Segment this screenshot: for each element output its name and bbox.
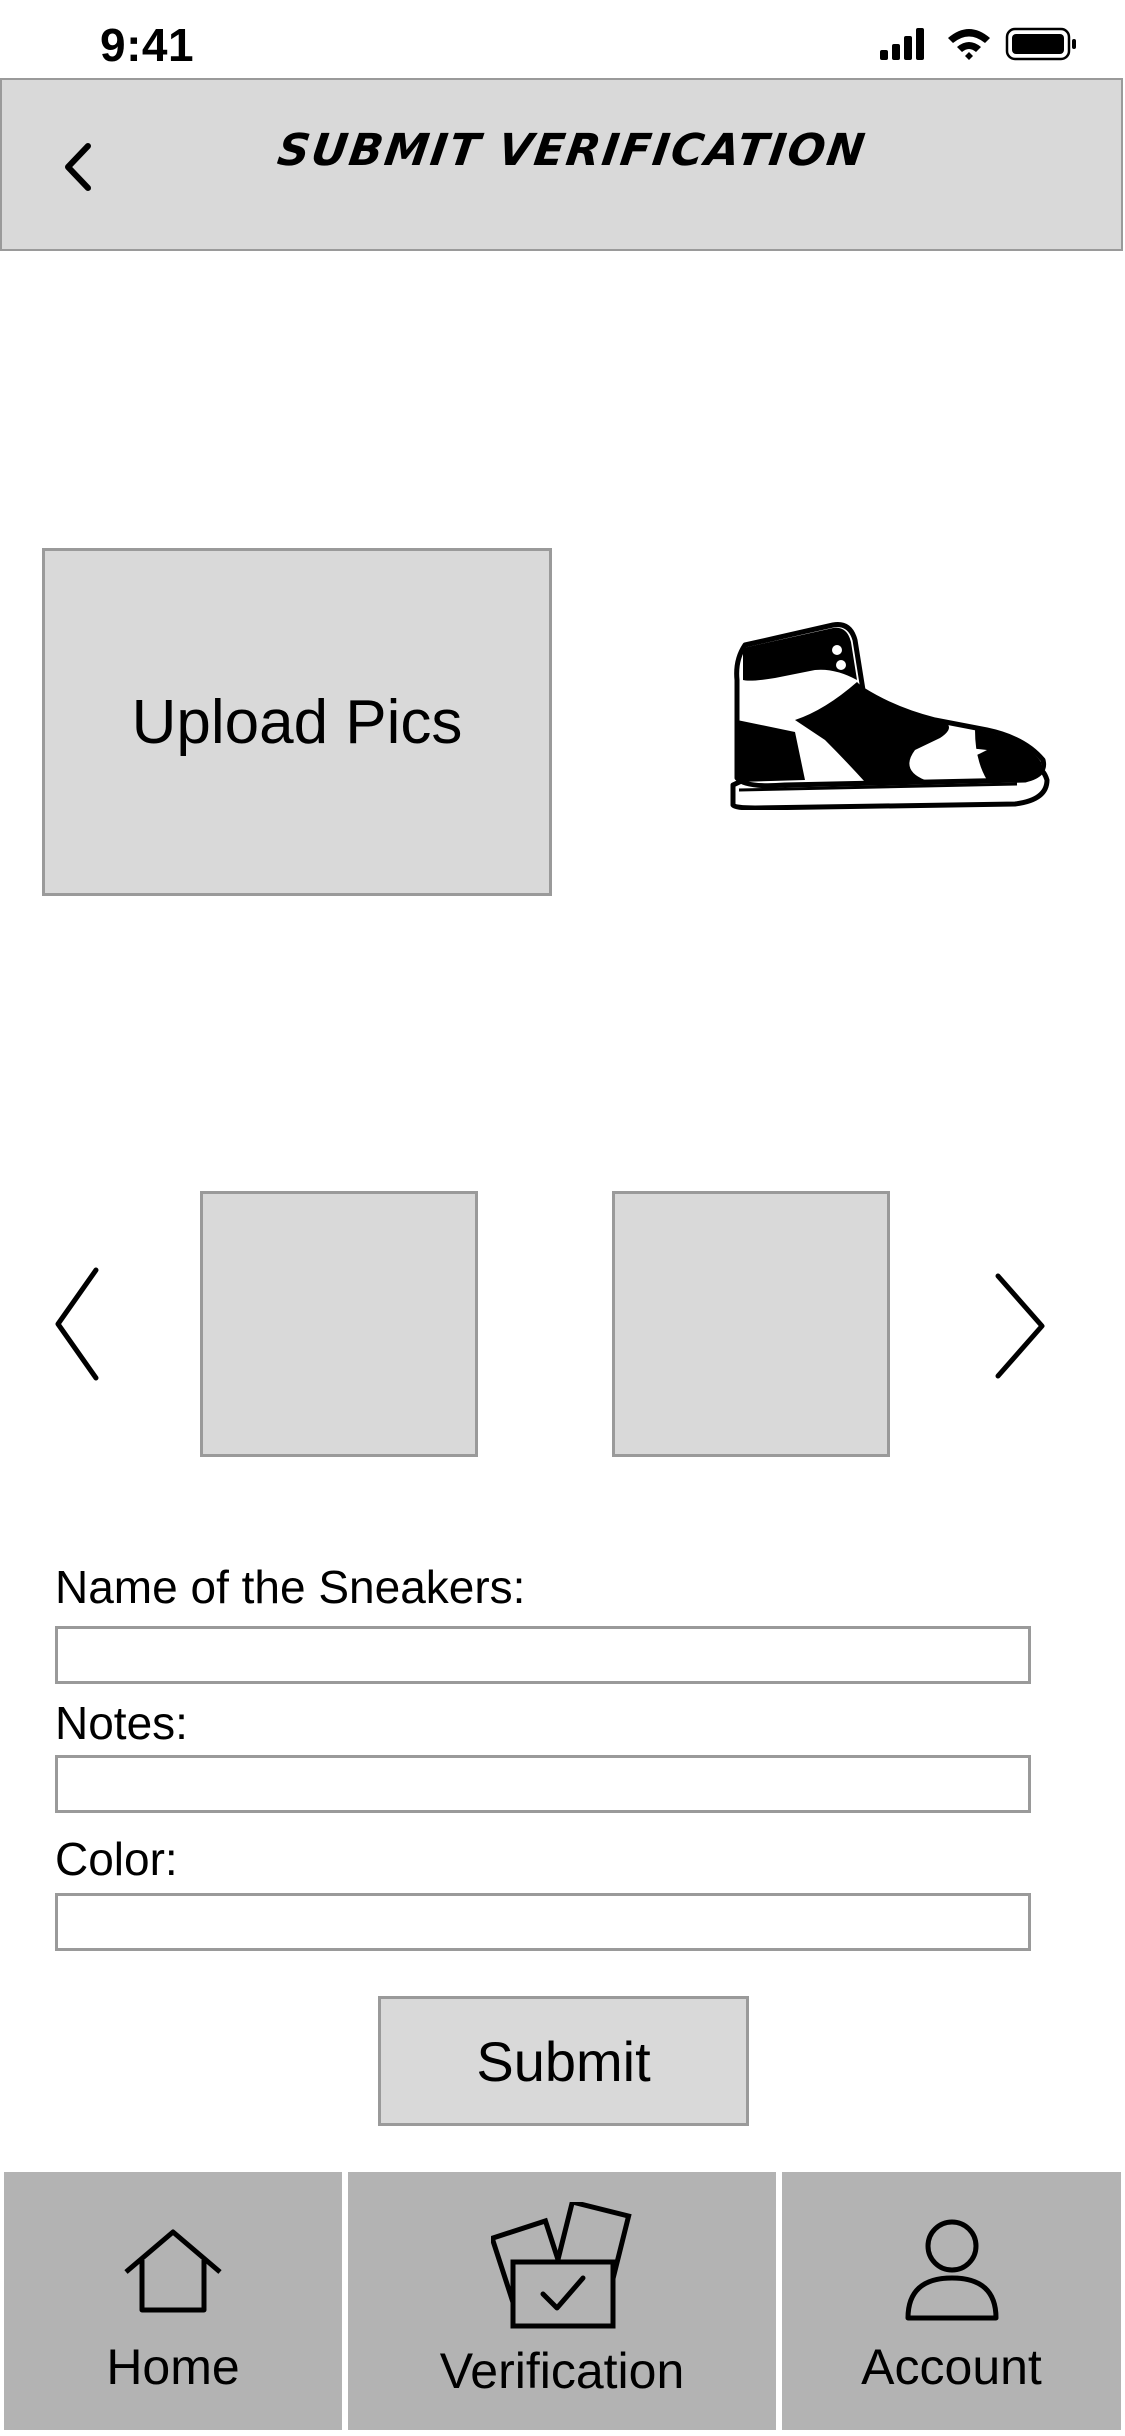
carousel-next-button[interactable] [990,1268,1050,1384]
nav-home-label: Home [106,2339,240,2395]
battery-icon [1005,27,1076,61]
back-button[interactable] [54,132,104,202]
verification-icon [491,2202,632,2329]
nav-verification[interactable]: Verification [348,2172,776,2430]
carousel-prev-button[interactable] [50,1262,110,1386]
color-input[interactable] [55,1893,1031,1951]
photo-thumbnail[interactable] [200,1191,478,1457]
upload-pics-button[interactable]: Upload Pics [42,548,552,896]
signal-icon [880,28,924,60]
status-icons [878,26,1078,62]
sneaker-image [725,620,1055,811]
notes-label: Notes: [55,1697,188,1749]
submit-button[interactable]: Submit [378,1996,749,2126]
nav-account[interactable]: Account [782,2172,1121,2430]
color-label: Color: [55,1833,178,1885]
status-time: 9:41 [100,19,195,71]
nav-account-label: Account [861,2339,1042,2395]
nav-home[interactable]: Home [4,2172,342,2430]
home-icon [124,2229,222,2313]
header-bar: SUBMIT VERIFICATION [0,78,1123,251]
photo-thumbnail[interactable] [612,1191,890,1457]
nav-verification-label: Verification [439,2343,685,2399]
chevron-left-icon [65,143,91,191]
page-title: SUBMIT VERIFICATION [274,125,870,176]
chevron-right-icon [995,1273,1045,1379]
sneaker-name-input[interactable] [55,1626,1031,1684]
chevron-left-icon [55,1267,99,1381]
wifi-icon [948,29,990,60]
account-icon [905,2219,999,2321]
sneaker-name-label: Name of the Sneakers: [55,1561,526,1613]
notes-input[interactable] [55,1755,1031,1813]
